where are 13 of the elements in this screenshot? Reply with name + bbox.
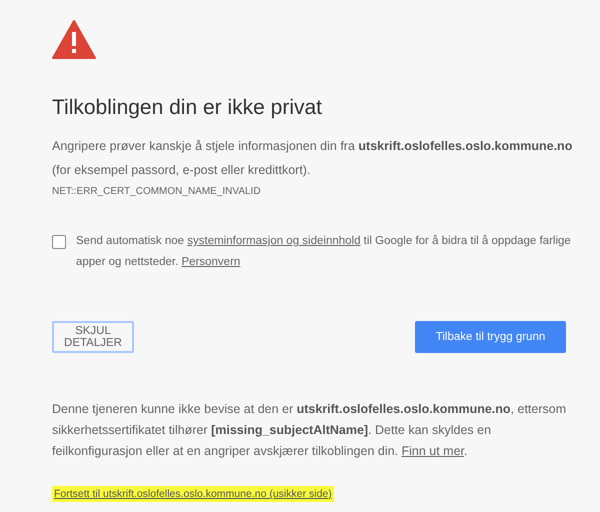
details-text: Denne tjeneren kunne ikke bevise at den er utskrift.oslofelles.oslo.kommune.no, ettersom sikkerhetssertifikatet tilhører [missing_subjectAltName]. Dette kan skyldes en feilkonfigurasjon eller at en angriper avskjærer tilkoblingen din. Finn ut mer. [52, 401, 567, 460]
checkbox[interactable] [52, 235, 66, 249]
warning-icon [52, 18, 96, 60]
details-button[interactable]: SKJUL DETALJER [52, 321, 134, 353]
page-title: Tilkoblingen din er ikke privat [52, 96, 324, 120]
link[interactable]: Finn ut mer [402, 444, 464, 458]
warning-message: Angripere prøver kanskje å stjele informasjonen din fra utskrift.oslofelles.oslo.kommune.no (for eksempel passord, e-post eller kredittkort). [52, 138, 574, 179]
error-code: NET::ERR_CERT_COMMON_NAME_INVALID [52, 186, 262, 197]
proceed-link[interactable]: Fortsett til utskrift.oslofelles.oslo.kommune.no (usikker side) [52, 486, 334, 502]
link[interactable]: Personvern [182, 256, 240, 268]
report-text: Send automatisk noe systeminformasjon og sideinnhold til Google for å bidra til å oppdage farlige apper og nettsteder. Personvern [76, 234, 572, 270]
back-button[interactable]: Tilbake til trygg grunn [415, 321, 566, 353]
link[interactable]: systeminformasjon og sideinnhold [187, 235, 360, 247]
